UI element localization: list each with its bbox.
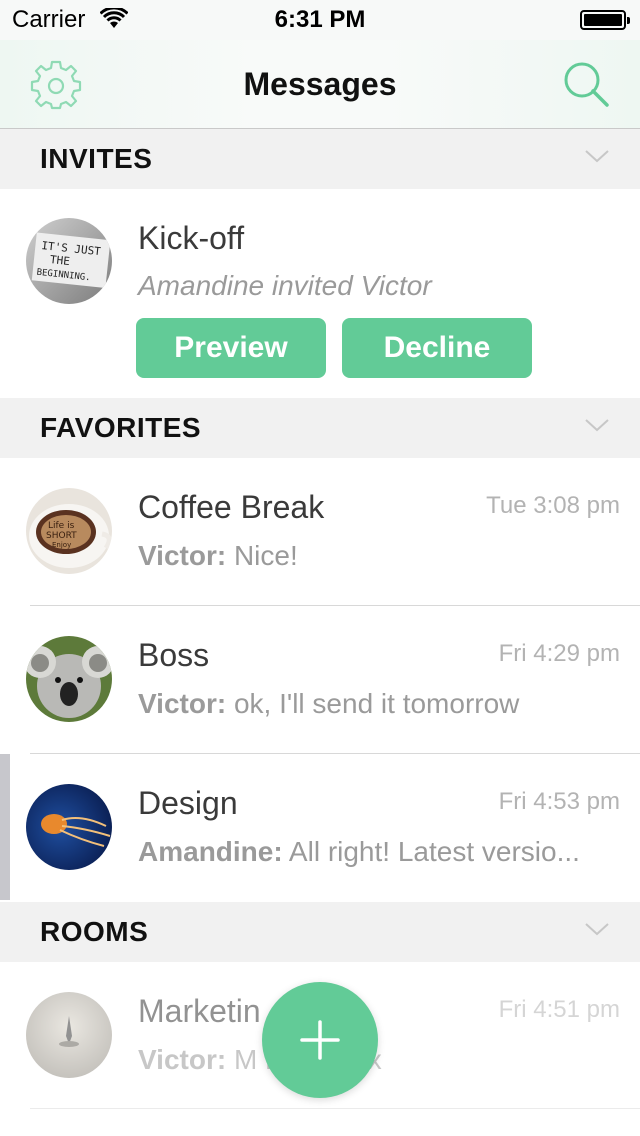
section-title: ROOMS — [40, 916, 149, 947]
avatar — [26, 992, 112, 1078]
message-sender: Victor: — [138, 1044, 227, 1075]
section-title: FAVORITES — [40, 412, 202, 443]
message-text: Nice! — [233, 540, 298, 571]
battery-icon — [580, 10, 630, 30]
add-room-button[interactable] — [262, 982, 378, 1098]
navigation-bar: Messages — [0, 40, 640, 129]
room-name: Marketin — [138, 993, 261, 1029]
timestamp: Tue 3:08 pm — [486, 492, 620, 519]
last-message: Victor: ok, I'll send it tomorrow — [138, 688, 620, 720]
divider — [30, 605, 640, 606]
svg-text:SHORT: SHORT — [46, 531, 77, 541]
timestamp: Fri 4:53 pm — [498, 788, 620, 815]
chevron-down-icon[interactable] — [584, 920, 610, 938]
divider — [30, 753, 640, 754]
room-name: Coffee Break — [138, 489, 325, 525]
avatar — [26, 784, 112, 870]
avatar: Life is SHORT Enjoy — [26, 488, 112, 574]
svg-text:Life is: Life is — [48, 521, 75, 531]
timestamp: Fri 4:51 pm — [498, 996, 620, 1023]
avatar — [26, 636, 112, 722]
selection-indicator — [0, 754, 10, 900]
last-message: Amandine: All right! Latest versio... — [138, 836, 620, 868]
chevron-down-icon[interactable] — [584, 147, 610, 165]
last-message: Victor: M Plan.pptx — [138, 1044, 620, 1076]
message-sender: Victor: — [138, 540, 227, 571]
search-icon[interactable] — [560, 58, 612, 110]
plus-icon — [300, 1020, 340, 1060]
section-title: INVITES — [40, 143, 153, 174]
section-header-invites[interactable]: INVITES — [0, 129, 640, 189]
svg-text:Enjoy: Enjoy — [52, 541, 71, 549]
invite-subtitle: Amandine invited Victor — [138, 270, 432, 301]
decline-button[interactable]: Decline — [342, 318, 532, 378]
page-title: Messages — [243, 66, 397, 102]
message-sender: Victor: — [138, 688, 227, 719]
divider — [30, 1108, 640, 1109]
room-name: Boss — [138, 637, 210, 673]
message-text: ok, I'll send it tomorrow — [233, 688, 520, 719]
timestamp: Fri 4:29 pm — [498, 640, 620, 667]
section-header-rooms[interactable]: ROOMS — [0, 902, 640, 962]
message-text: All right! Latest versio... — [288, 836, 580, 867]
preview-button[interactable]: Preview — [136, 318, 326, 378]
avatar: IT'S JUST THE BEGINNING. — [26, 218, 112, 304]
svg-text:THE: THE — [49, 253, 70, 268]
section-header-favorites[interactable]: FAVORITES — [0, 398, 640, 458]
chevron-down-icon[interactable] — [584, 416, 610, 434]
status-bar: Carrier 6:31 PM — [0, 0, 640, 40]
last-message: Victor: Nice! — [138, 540, 620, 572]
clock: 6:31 PM — [274, 6, 366, 33]
room-name: Design — [138, 785, 238, 821]
message-sender: Amandine: — [138, 836, 283, 867]
room-name: Kick-off — [138, 220, 245, 256]
